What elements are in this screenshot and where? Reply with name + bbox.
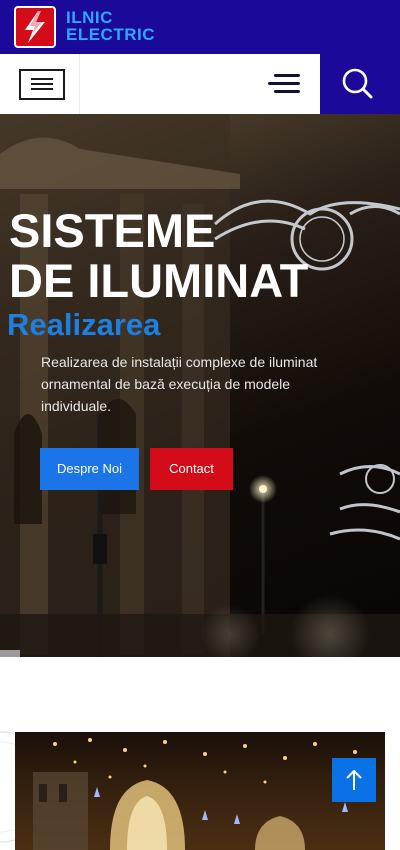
brand-bar: ILNIC ELECTRIC	[0, 0, 400, 54]
hero-subtitle: Realizarea	[7, 307, 161, 342]
hero-title-line2: DE ILUMINAT	[9, 254, 309, 307]
lights-section	[0, 657, 400, 850]
hero-description: Realizarea de instalații complexe de ilu…	[41, 354, 318, 414]
logo-icon[interactable]	[14, 6, 56, 48]
slider-edge	[0, 650, 20, 657]
christmas-lights-image	[15, 732, 385, 850]
brand-name[interactable]: ILNIC ELECTRIC	[66, 9, 155, 43]
hero-title-line1: SISTEME	[9, 204, 216, 257]
hamburger-icon[interactable]	[264, 72, 300, 96]
hero-section: SISTEME DE ILUMINAT Realizarea Realizare…	[0, 114, 400, 657]
menu-line	[31, 78, 53, 80]
menu-button[interactable]	[19, 69, 65, 100]
search-button[interactable]	[320, 54, 400, 114]
arrow-up-icon	[346, 769, 362, 790]
nav-divider	[79, 54, 80, 114]
menu-line	[31, 83, 53, 85]
contact-button[interactable]: Contact	[150, 448, 233, 490]
brand-name-line2: ELECTRIC	[66, 25, 155, 44]
about-button[interactable]: Despre Noi	[40, 448, 139, 490]
menu-line	[31, 88, 53, 90]
search-icon	[342, 68, 373, 99]
back-to-top-button[interactable]	[332, 758, 376, 802]
hero-title: SISTEME DE ILUMINAT	[9, 206, 308, 306]
navigation-bar	[0, 54, 400, 114]
brand-name-line1: ILNIC	[66, 8, 113, 27]
